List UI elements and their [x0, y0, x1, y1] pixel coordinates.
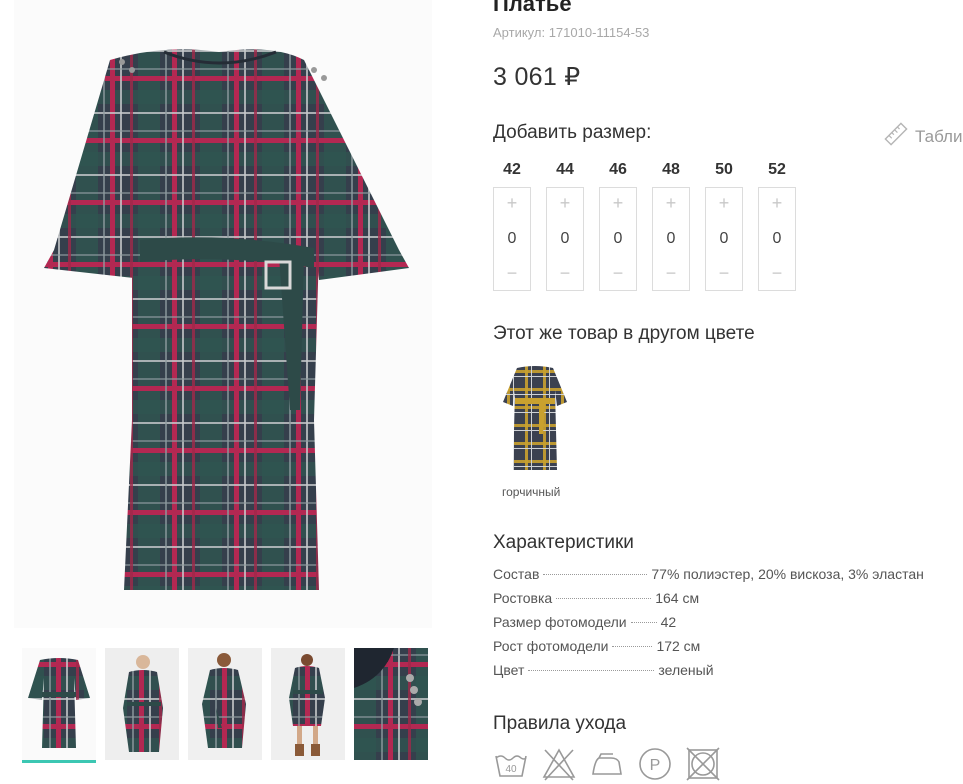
size-label: 48: [662, 161, 680, 178]
wash-temp-label: 40: [505, 764, 517, 775]
decrement-button[interactable]: −: [494, 262, 530, 286]
size-heading: Добавить размер:: [493, 122, 652, 143]
increment-button[interactable]: +: [494, 192, 530, 216]
quantity-stepper: + 0 −: [652, 187, 690, 291]
increment-button[interactable]: +: [759, 192, 795, 216]
decrement-button[interactable]: −: [706, 262, 742, 286]
iron-icon: [589, 746, 625, 782]
increment-button[interactable]: +: [547, 192, 583, 216]
size-label: 52: [768, 161, 786, 178]
size-label: 42: [503, 161, 521, 178]
product-price: 3 061 ₽: [493, 63, 581, 91]
size-table-label: Табли: [915, 126, 963, 146]
leader-dots: [556, 598, 652, 599]
thumbnail-model-1[interactable]: [105, 648, 179, 760]
care-heading: Правила ухода: [493, 713, 627, 734]
main-product-photo[interactable]: [14, 0, 432, 628]
characteristic-key: Цвет: [493, 662, 525, 678]
characteristics-list: Состав 77% полиэстер, 20% вискоза, 3% эл…: [493, 566, 953, 686]
characteristic-row: Рост фотомодели 172 см: [493, 638, 953, 662]
color-variant-name[interactable]: горчичный: [502, 485, 560, 499]
ruler-icon: [884, 122, 908, 151]
size-option-48: 48 + 0 −: [652, 159, 690, 291]
size-option-46: 46 + 0 −: [599, 159, 637, 291]
decrement-button[interactable]: −: [653, 262, 689, 286]
other-color-heading: Этот же товар в другом цвете: [493, 323, 755, 344]
color-variant-mustard[interactable]: [499, 362, 571, 474]
decrement-button[interactable]: −: [600, 262, 636, 286]
care-icons: 40 P: [493, 746, 721, 782]
quantity-value[interactable]: 0: [667, 230, 676, 248]
characteristic-row: Цвет зеленый: [493, 662, 953, 686]
characteristic-value: 77% полиэстер, 20% вискоза, 3% эластан: [651, 566, 924, 582]
characteristic-key: Состав: [493, 566, 540, 582]
thumbnail-front[interactable]: [22, 648, 96, 760]
quantity-value[interactable]: 0: [773, 230, 782, 248]
size-label: 50: [715, 161, 733, 178]
characteristic-value: 172 см: [656, 638, 701, 654]
no-tumble-dry-icon: [685, 746, 721, 782]
size-option-50: 50 + 0 −: [705, 159, 743, 291]
quantity-value[interactable]: 0: [561, 230, 570, 248]
characteristic-value: 42: [660, 614, 677, 630]
characteristic-row: Ростовка 164 см: [493, 590, 953, 614]
characteristic-key: Ростовка: [493, 590, 553, 606]
mustard-dress-thumbnail: [499, 362, 571, 474]
quantity-stepper: + 0 −: [546, 187, 584, 291]
decrement-button[interactable]: −: [547, 262, 583, 286]
increment-button[interactable]: +: [600, 192, 636, 216]
size-option-44: 44 + 0 −: [546, 159, 584, 291]
increment-button[interactable]: +: [706, 192, 742, 216]
decrement-button[interactable]: −: [759, 262, 795, 286]
size-label: 46: [609, 161, 627, 178]
quantity-value[interactable]: 0: [614, 230, 623, 248]
product-sku: Артикул: 171010-11154-53: [493, 25, 650, 40]
leader-dots: [528, 670, 655, 671]
characteristic-row: Размер фотомодели 42: [493, 614, 953, 638]
characteristic-key: Размер фотомодели: [493, 614, 627, 630]
thumbnail-detail[interactable]: [354, 648, 428, 760]
size-selector: 42 + 0 − 44 + 0 − 46 + 0 − 48 + 0 − 50 +…: [493, 159, 796, 291]
leader-dots: [612, 646, 653, 647]
characteristic-row: Состав 77% полиэстер, 20% вискоза, 3% эл…: [493, 566, 953, 590]
thumbnail-active-indicator: [22, 760, 96, 763]
no-bleach-icon: [541, 746, 577, 782]
characteristic-value: 164 см: [655, 590, 700, 606]
size-table-link[interactable]: Табли: [884, 122, 962, 151]
thumbnail-model-walking[interactable]: [271, 648, 345, 760]
product-title: Платье: [493, 0, 572, 16]
thumbnail-model-back[interactable]: [188, 648, 262, 760]
characteristic-value: зеленый: [658, 662, 714, 678]
size-option-52: 52 + 0 −: [758, 159, 796, 291]
characteristics-heading: Характеристики: [493, 532, 634, 553]
increment-button[interactable]: +: [653, 192, 689, 216]
dry-clean-letter: P: [650, 757, 661, 774]
dry-clean-p-icon: P: [637, 746, 673, 782]
quantity-value[interactable]: 0: [720, 230, 729, 248]
leader-dots: [543, 574, 648, 575]
size-label: 44: [556, 161, 574, 178]
quantity-stepper: + 0 −: [599, 187, 637, 291]
quantity-stepper: + 0 −: [758, 187, 796, 291]
wash-40-icon: 40: [493, 746, 529, 782]
dress-illustration: [14, 0, 432, 628]
characteristic-key: Рост фотомодели: [493, 638, 609, 654]
leader-dots: [630, 622, 657, 623]
quantity-stepper: + 0 −: [705, 187, 743, 291]
quantity-value[interactable]: 0: [508, 230, 517, 248]
thumbnail-strip: [22, 648, 428, 760]
quantity-stepper: + 0 −: [493, 187, 531, 291]
size-option-42: 42 + 0 −: [493, 159, 531, 291]
